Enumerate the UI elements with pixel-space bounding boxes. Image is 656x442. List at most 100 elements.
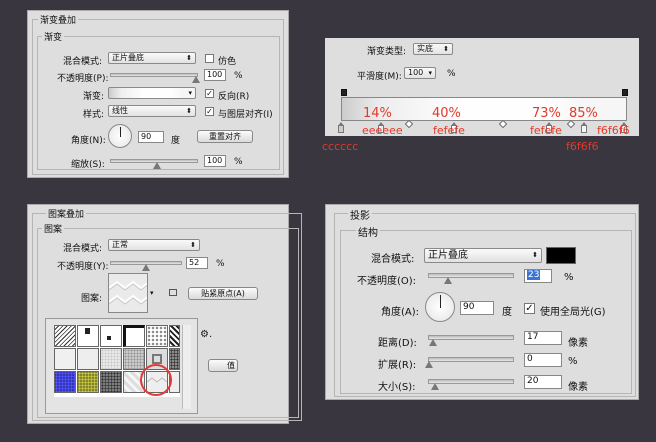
gradient-type-label: 渐变类型:	[367, 47, 407, 57]
snap-origin-button[interactable]: 贴紧原点(A)	[188, 287, 258, 300]
color-label-eeeeee: eeeeee	[362, 124, 403, 137]
pattern-swatch-2[interactable]	[77, 325, 99, 347]
size-unit: 像素	[568, 382, 588, 393]
size-label: 大小(S):	[378, 382, 416, 393]
shadow-color-swatch[interactable]	[546, 247, 576, 264]
dither-checkbox[interactable]	[205, 54, 214, 63]
gradient-type-value: 实底	[417, 44, 433, 53]
smoothness-label: 平滑度(M):	[357, 72, 402, 82]
pattern-swatch-13[interactable]	[54, 371, 76, 393]
color-stop-85[interactable]	[581, 122, 587, 133]
select-arrows-icon: ⬍	[532, 251, 538, 259]
drop-shadow-panel: 投影 结构 混合模式: 正片叠底 ⬍ 不透明度(O): 23 % 角度(A): …	[325, 204, 639, 400]
pattern-swatch-7[interactable]	[54, 348, 76, 370]
opacity-stop-left[interactable]	[341, 89, 347, 96]
select-arrows-icon: ⬍	[443, 45, 449, 53]
hidden-default-button-label: 值	[227, 361, 235, 370]
smoothness-field[interactable]: 100 ▾	[404, 67, 436, 79]
size-thumb[interactable]	[431, 383, 439, 390]
pattern-swatch-1[interactable]	[54, 325, 76, 347]
pattern-swatch-9[interactable]	[100, 348, 122, 370]
gradient-overlay-title: 渐变叠加	[38, 13, 79, 26]
pattern-overlay-panel: 图案叠加 图案 混合模式: 正常 ⬍ 不透明度(Y): 52 % 图案: ▾ 贴…	[27, 204, 302, 424]
shadow-angle-field[interactable]: 90	[460, 301, 494, 315]
shadow-opacity-slider[interactable]	[428, 273, 514, 278]
reset-align-button[interactable]: 重置对齐	[197, 130, 253, 143]
midpoint-diamond-1[interactable]	[404, 119, 414, 129]
shadow-blend-mode-value: 正片叠底	[428, 250, 468, 261]
shadow-opacity-label: 不透明度(O):	[357, 276, 417, 287]
global-light-label: 使用全局光(G)	[540, 307, 606, 318]
selection-circle-highlight	[140, 364, 172, 396]
pattern-opacity-thumb[interactable]	[142, 264, 150, 271]
new-preset-icon[interactable]	[169, 289, 177, 296]
shadow-opacity-percent: %	[564, 272, 574, 283]
color-label-f6f6f6-bottom: f6f6f6	[566, 140, 599, 153]
gradient-picker[interactable]: ▾	[108, 87, 196, 99]
gear-icon[interactable]: ⚙.	[200, 329, 212, 340]
opacity-stop-right[interactable]	[622, 89, 628, 96]
pattern-swatch-4[interactable]	[123, 325, 145, 347]
opacity-slider-thumb[interactable]	[192, 76, 200, 83]
angle-unit: 度	[171, 136, 181, 146]
shadow-blend-mode-select[interactable]: 正片叠底 ⬍	[424, 248, 542, 263]
style-select[interactable]: 线性 ⬍	[108, 105, 196, 117]
pattern-swatch-8[interactable]	[77, 348, 99, 370]
select-arrows-icon: ⬍	[190, 241, 196, 249]
drop-shadow-title: 投影	[348, 207, 372, 222]
angle-label: 角度(N):	[71, 136, 106, 146]
select-arrows-icon: ⬍	[186, 54, 192, 62]
pattern-swatch-14[interactable]	[77, 371, 99, 393]
color-stop-0[interactable]	[338, 122, 344, 133]
gradient-section-title: 渐变	[42, 30, 65, 43]
opacity-slider[interactable]	[110, 73, 198, 77]
shadow-angle-unit: 度	[502, 307, 512, 318]
angle-field[interactable]: 90	[138, 131, 164, 143]
midpoint-diamond-2[interactable]	[498, 119, 508, 129]
reverse-checkbox[interactable]: ✓	[205, 89, 214, 98]
spread-field[interactable]: 0	[524, 353, 562, 367]
pattern-section-title: 图案	[42, 222, 65, 235]
spread-slider[interactable]	[428, 357, 514, 362]
pattern-swatch-6[interactable]	[169, 325, 180, 347]
spread-thumb[interactable]	[425, 361, 433, 368]
pattern-swatch-15[interactable]	[100, 371, 122, 393]
opacity-field[interactable]: 100	[204, 69, 226, 81]
scale-field[interactable]: 100	[204, 155, 226, 167]
scale-percent: %	[234, 157, 243, 167]
pattern-preview[interactable]	[108, 273, 148, 313]
shadow-opacity-field[interactable]: 23	[524, 269, 552, 283]
size-slider[interactable]	[428, 379, 514, 384]
gradient-picker-arrow-icon: ▾	[188, 89, 192, 97]
align-layer-checkbox[interactable]: ✓	[205, 107, 214, 116]
style-label: 样式:	[83, 110, 105, 120]
blend-mode-value: 正片叠底	[112, 53, 144, 62]
blend-mode-select[interactable]: 正片叠底 ⬍	[108, 52, 196, 64]
style-value: 线性	[112, 106, 128, 115]
midpoint-diamond-3[interactable]	[566, 119, 576, 129]
pattern-swatch-12[interactable]	[169, 348, 180, 370]
shadow-opacity-thumb[interactable]	[444, 277, 452, 284]
scale-slider-thumb[interactable]	[153, 162, 161, 169]
pattern-opacity-field[interactable]: 52	[186, 257, 208, 269]
pattern-blend-mode-select[interactable]: 正常 ⬍	[108, 239, 200, 251]
pattern-swatch-10[interactable]	[123, 348, 145, 370]
align-layer-label: 与图层对齐(I)	[218, 110, 273, 120]
opacity-label: 不透明度(P):	[57, 74, 109, 84]
distance-thumb[interactable]	[429, 339, 437, 346]
global-light-checkbox[interactable]: ✓	[524, 303, 535, 314]
angle-dial[interactable]	[108, 124, 132, 148]
pattern-picker-popup	[45, 318, 198, 414]
size-field[interactable]: 20	[524, 375, 562, 389]
gradient-overlay-panel: 渐变叠加 渐变 混合模式: 正片叠底 ⬍ 仿色 不透明度(P): 100 % 渐…	[27, 10, 289, 178]
pattern-swatch-3[interactable]	[100, 325, 122, 347]
hidden-default-button[interactable]: 值	[208, 359, 238, 372]
distance-slider[interactable]	[428, 335, 514, 340]
gradient-type-select[interactable]: 实底 ⬍	[413, 43, 453, 55]
gradient-editor-panel: 渐变类型: 实底 ⬍ 平滑度(M): 100 ▾ % 14% 40% 73% 8…	[325, 38, 639, 136]
pattern-dropdown-arrow-icon[interactable]: ▾	[150, 289, 154, 297]
shadow-angle-dial[interactable]	[425, 292, 455, 322]
distance-field[interactable]: 17	[524, 331, 562, 345]
picker-scrollbar[interactable]	[182, 325, 191, 409]
pattern-swatch-5[interactable]	[146, 325, 168, 347]
